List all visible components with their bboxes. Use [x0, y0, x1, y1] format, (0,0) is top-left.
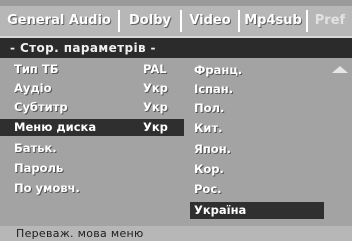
setting-parental[interactable]: Батьк. — [0, 140, 184, 157]
setting-password[interactable]: Пароль — [0, 160, 184, 177]
tab-video[interactable]: Video — [182, 6, 238, 36]
setting-label: Пароль — [14, 161, 64, 175]
setting-value: Укр — [143, 100, 168, 114]
setting-tv-type[interactable]: Тип ТБ PAL — [0, 61, 184, 78]
tab-bar: General Audio Dolby Video Mp4sub Pref — [0, 6, 352, 36]
tab-dolby[interactable]: Dolby — [120, 6, 180, 36]
status-bar: Переваж. мова меню — [0, 226, 352, 241]
setting-defaults[interactable]: По умовч. — [0, 180, 184, 197]
option-chinese[interactable]: Кит. — [194, 120, 223, 137]
dvd-setup-screen: General Audio Dolby Video Mp4sub Pref - … — [0, 0, 352, 241]
setting-value: PAL — [143, 62, 167, 76]
scroll-up-icon[interactable] — [332, 66, 348, 73]
option-russian[interactable]: Рос. — [194, 181, 222, 198]
setting-audio[interactable]: Аудіо Укр — [0, 80, 184, 97]
option-japanese[interactable]: Япон. — [194, 141, 231, 158]
setting-label: Меню диска — [14, 120, 97, 134]
page-header: - Стор. параметрів - — [0, 38, 352, 58]
option-spanish[interactable]: Іспан. — [194, 81, 233, 98]
setting-value: Укр — [143, 120, 168, 134]
setting-label: Аудіо — [14, 81, 52, 95]
setting-label: Субтитр — [14, 100, 68, 114]
page-title: - Стор. параметрів - — [10, 41, 156, 55]
setting-label: Тип ТБ — [14, 62, 59, 76]
tab-mp4sub[interactable]: Mp4sub — [240, 6, 306, 36]
tab-preferences[interactable]: Pref — [308, 6, 352, 36]
setting-disc-menu[interactable]: Меню диска Укр — [0, 119, 184, 136]
setting-subtitle[interactable]: Субтитр Укр — [0, 99, 184, 116]
setting-value: Укр — [143, 81, 168, 95]
setting-label: По умовч. — [14, 181, 80, 195]
option-ukrainian[interactable]: Україна — [190, 202, 324, 219]
settings-panel: Тип ТБ PAL Аудіо Укр Субтитр Укр Меню ди… — [0, 58, 352, 226]
option-korean[interactable]: Кор. — [194, 161, 224, 178]
setting-label: Батьк. — [14, 141, 57, 155]
option-french[interactable]: Франц. — [194, 62, 242, 79]
status-text: Переваж. мова меню — [16, 227, 144, 240]
option-polish[interactable]: Пол. — [194, 100, 224, 117]
tab-general-audio[interactable]: General Audio — [0, 6, 118, 36]
